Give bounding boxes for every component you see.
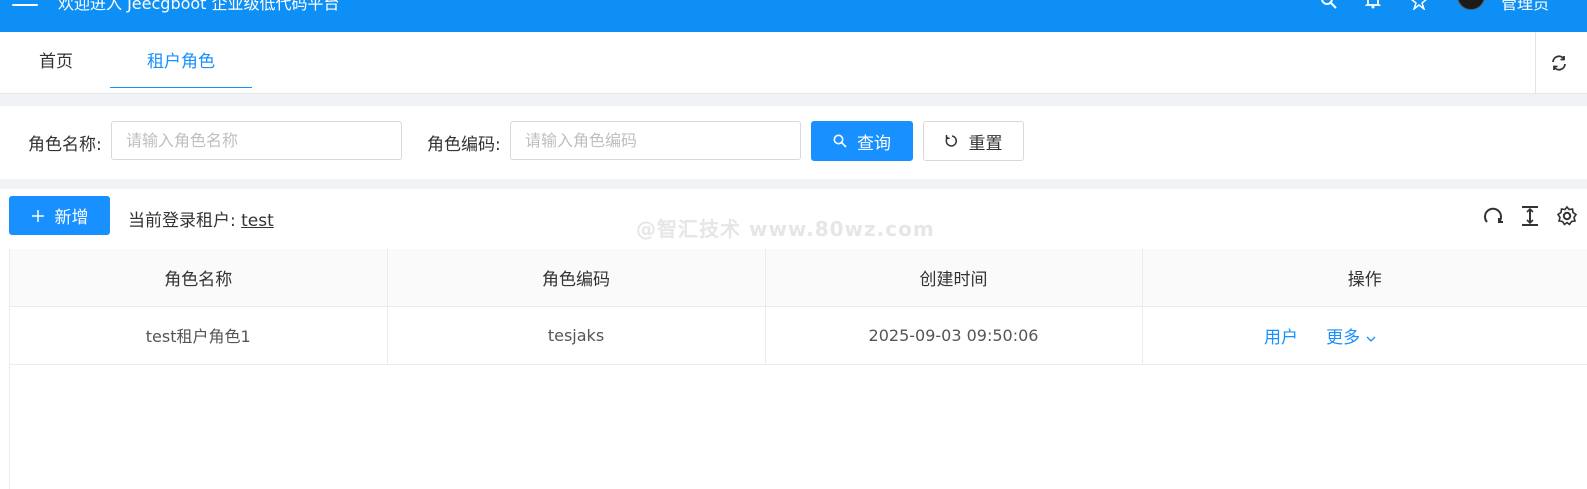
tenant-value[interactable]: test [241, 211, 274, 231]
refresh-icon [1552, 55, 1566, 71]
current-tenant: 当前登录租户: test [128, 206, 274, 231]
reset-label: 重置 [968, 133, 1003, 154]
header-title: 欢迎进入 Jeecgboot 企业级低代码平台 [58, 0, 340, 13]
column-header-role-code[interactable]: 角色编码 [387, 249, 766, 307]
search-icon[interactable] [1320, 0, 1338, 10]
tenant-label: 当前登录租户: [128, 211, 236, 231]
reload-icon [945, 135, 957, 147]
more-action-link[interactable]: 更多 [1326, 327, 1376, 348]
tab-home[interactable]: 首页 [18, 32, 94, 88]
cell-role-code: tesjaks [387, 306, 766, 365]
avatar[interactable] [1457, 0, 1485, 10]
chevron-down-icon [1366, 336, 1376, 342]
role-code-input[interactable] [510, 121, 801, 160]
table-row[interactable]: test租户角色1 tesjaks 2025-09-03 09:50:06 用户… [10, 306, 1587, 365]
column-height-icon[interactable] [1519, 205, 1541, 227]
setting-icon[interactable] [1556, 205, 1578, 227]
more-action-label: 更多 [1326, 327, 1361, 348]
plus-icon [31, 209, 44, 222]
reload-table-icon[interactable] [1482, 205, 1504, 227]
role-table: 角色名称 角色编码 创建时间 操作 test租户角色1 tesjaks 2025… [10, 249, 1587, 365]
role-code-label: 角色编码: [427, 135, 501, 155]
user-action-link[interactable]: 用户 [1264, 328, 1298, 348]
star-icon[interactable] [1410, 0, 1428, 12]
tab-refresh-button[interactable] [1535, 32, 1587, 94]
search-icon [833, 134, 847, 148]
tab-bar: 首页 租户角色 [0, 32, 1587, 94]
column-header-role-name[interactable]: 角色名称 [10, 249, 388, 307]
role-name-label: 角色名称: [28, 135, 102, 155]
reset-button[interactable]: 重置 [923, 121, 1024, 161]
column-header-created-time[interactable]: 创建时间 [765, 249, 1143, 307]
column-header-actions: 操作 [1142, 249, 1587, 307]
cell-role-name: test租户角色1 [10, 306, 388, 365]
add-button[interactable]: 新增 [9, 196, 110, 235]
add-label: 新增 [54, 208, 89, 228]
table-header-row: 角色名称 角色编码 创建时间 操作 [10, 249, 1587, 307]
query-button[interactable]: 查询 [811, 121, 913, 161]
role-name-input[interactable] [111, 121, 402, 160]
cell-actions: 用户 更多 [1142, 306, 1587, 365]
cell-created-time: 2025-09-03 09:50:06 [765, 306, 1143, 365]
bell-icon[interactable] [1364, 0, 1382, 10]
top-header: 欢迎进入 Jeecgboot 企业级低代码平台 管理员 [0, 0, 1587, 32]
table-panel: 新增 当前登录租户: test @智汇技术 www.80wz.com 角色名称 … [0, 189, 1587, 489]
user-name[interactable]: 管理员 [1501, 0, 1549, 14]
search-panel: 角色名称: 角色编码: 查询 重置 [0, 106, 1587, 179]
query-label: 查询 [857, 133, 891, 154]
menu-icon[interactable] [12, 0, 38, 8]
tab-tenant-role[interactable]: 租户角色 [110, 32, 252, 88]
watermark: @智汇技术 www.80wz.com [636, 217, 935, 241]
